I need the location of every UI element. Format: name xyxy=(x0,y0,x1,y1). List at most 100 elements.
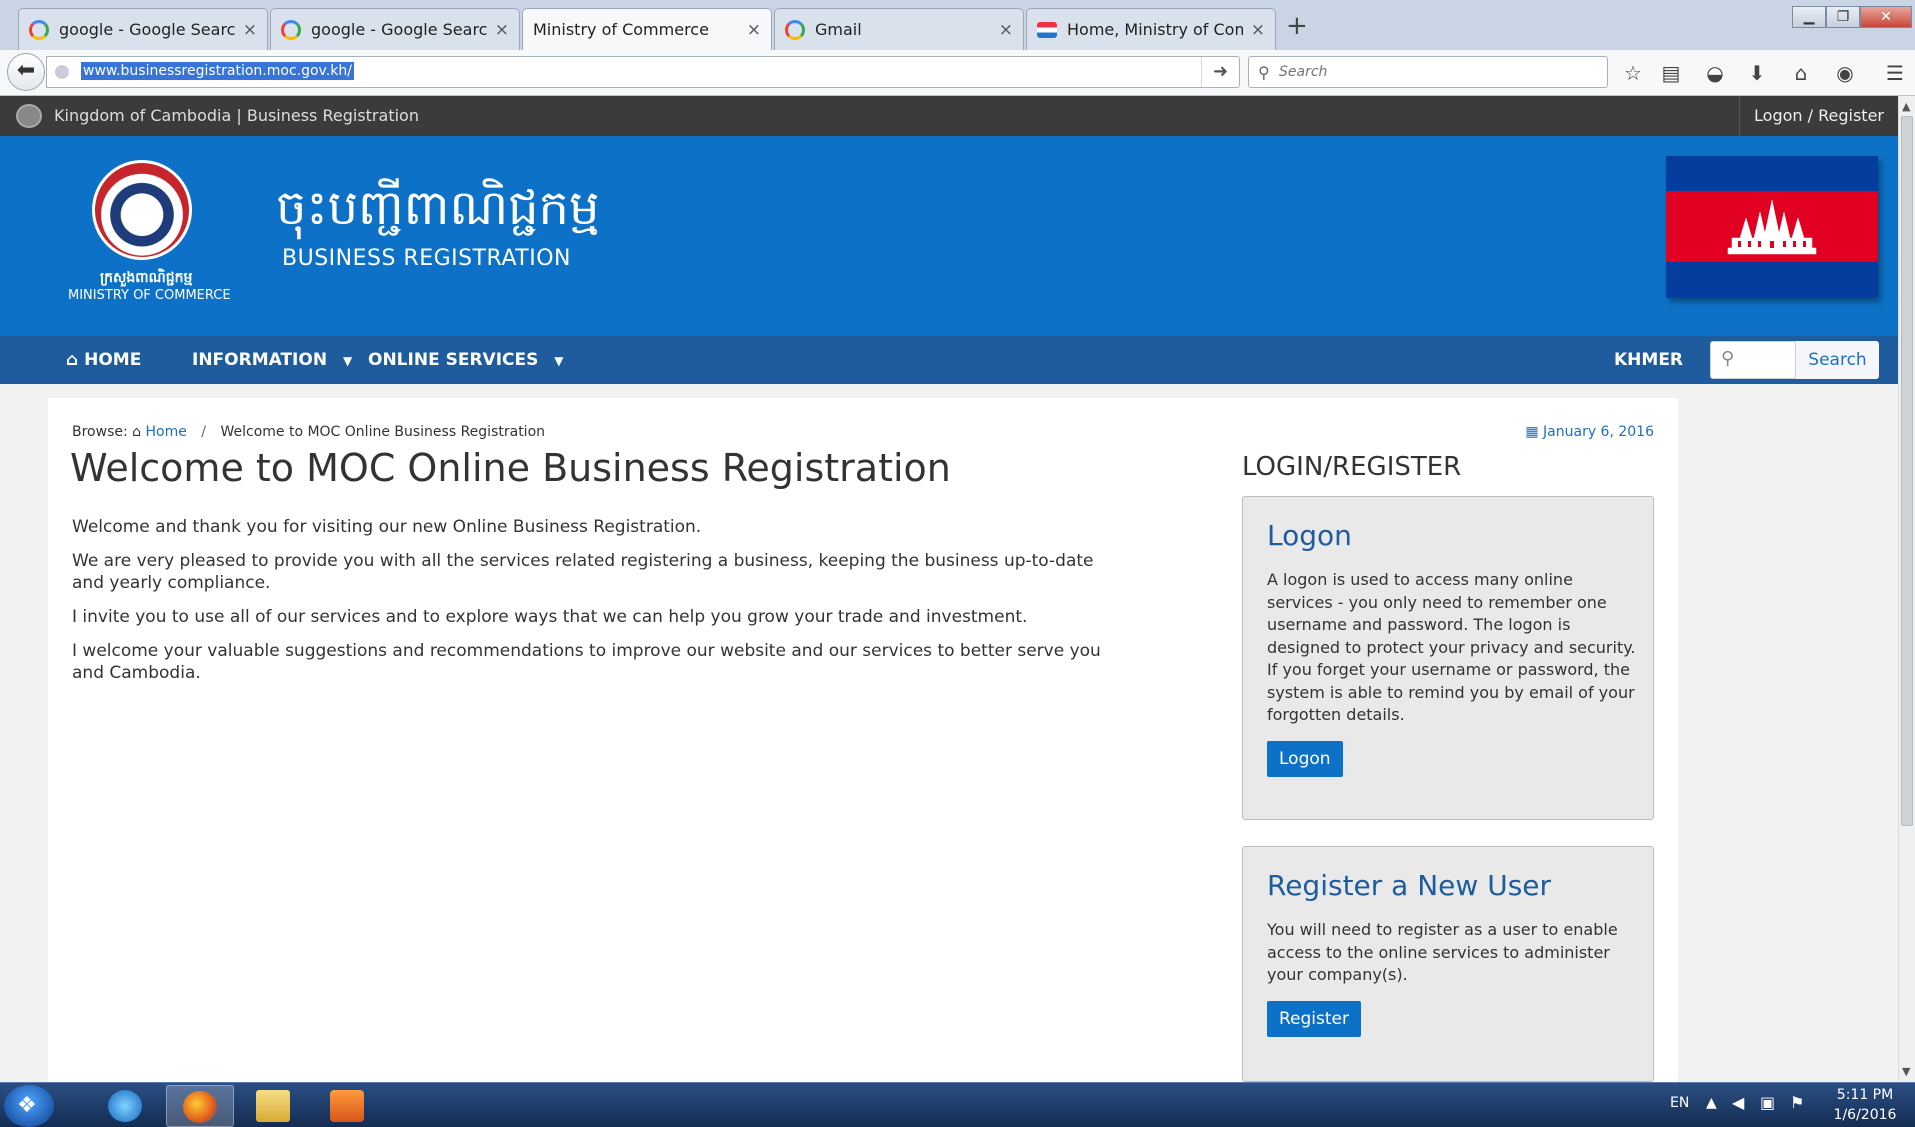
address-bar[interactable]: www.businessregistration.moc.gov.kh/ ➜ xyxy=(46,56,1240,88)
scroll-up-arrow-icon[interactable]: ▲ xyxy=(1902,100,1910,113)
clock-date: 1/6/2016 xyxy=(1833,1107,1897,1123)
main-content: Browse: ⌂ Home / Welcome to MOC Online B… xyxy=(48,398,1678,1082)
firefox-icon xyxy=(183,1091,217,1123)
page-title: Welcome to MOC Online Business Registrat… xyxy=(70,446,951,490)
new-tab-button[interactable]: + xyxy=(1286,12,1308,40)
tab-close-icon[interactable]: × xyxy=(747,20,761,40)
scroll-thumb[interactable] xyxy=(1901,116,1913,826)
google-icon xyxy=(281,19,301,40)
register-description: You will need to register as a user to e… xyxy=(1267,920,1618,984)
tab-label: Home, Ministry of Comme... xyxy=(1067,20,1243,39)
pocket-icon[interactable]: ◒ xyxy=(1700,58,1730,88)
menu-home[interactable]: ⌂ HOME xyxy=(66,336,141,384)
site-search-button[interactable]: Search xyxy=(1795,341,1879,379)
welcome-text: Welcome and thank you for visiting our n… xyxy=(72,516,1112,696)
breadcrumb-prefix: Browse: xyxy=(72,424,128,440)
logo-english-text: MINISTRY OF COMMERCE xyxy=(68,288,231,303)
media-player-icon xyxy=(330,1090,364,1122)
paragraph: I welcome your valuable suggestions and … xyxy=(72,641,1101,683)
site-identity-icon[interactable] xyxy=(55,65,69,79)
moc-favicon-icon xyxy=(1037,21,1057,38)
tab-home-ministry[interactable]: Home, Ministry of Comme... × xyxy=(1026,8,1276,50)
menu-language-khmer[interactable]: KHMER xyxy=(1614,336,1683,384)
site-search-input[interactable] xyxy=(1741,348,1791,372)
windows-taskbar: ❖ EN ▲ ◀ ▣ ⚑ 5:11 PM 1/6/2016 xyxy=(0,1082,1915,1127)
window-controls: ▁ ❐ ✕ xyxy=(1792,6,1912,28)
menu-online-services-label: ONLINE SERVICES xyxy=(368,350,539,370)
paragraph: Welcome and thank you for visiting our n… xyxy=(72,517,702,537)
tab-google-search-2[interactable]: google - Google Search × xyxy=(270,8,520,50)
home-icon: ⌂ xyxy=(132,424,142,440)
page-scrollbar[interactable]: ▲ ▼ xyxy=(1898,96,1915,1082)
browser-tab-strip: google - Google Search × google - Google… xyxy=(0,0,1915,50)
brand-khmer-title: ចុះបញ្ជីពាណិជ្ជកម្ម xyxy=(276,180,600,236)
tab-close-icon[interactable]: × xyxy=(999,20,1013,40)
logon-button[interactable]: Logon xyxy=(1267,741,1343,777)
browser-search-bar[interactable]: ⚲ xyxy=(1248,56,1608,88)
logon-description: A logon is used to access many online se… xyxy=(1267,570,1636,724)
paragraph: I invite you to use all of our services … xyxy=(72,607,1028,627)
breadcrumb-separator: / xyxy=(201,424,207,440)
search-icon: ⚲ xyxy=(1721,348,1735,369)
menu-information-label: INFORMATION xyxy=(192,350,328,370)
go-arrow-icon[interactable]: ➜ xyxy=(1201,57,1239,87)
emblem-icon xyxy=(16,104,42,128)
tab-close-icon[interactable]: × xyxy=(495,20,509,40)
paragraph: We are very pleased to provide you with … xyxy=(72,551,1094,593)
top-strip: Kingdom of Cambodia | Business Registrat… xyxy=(0,96,1898,136)
taskbar-file-explorer[interactable] xyxy=(240,1085,308,1127)
minimize-button[interactable]: ▁ xyxy=(1792,6,1826,28)
reading-list-icon[interactable]: ▤ xyxy=(1656,58,1686,88)
ministry-logo-icon[interactable] xyxy=(92,160,192,260)
browser-nav-bar: ⬅ www.businessregistration.moc.gov.kh/ ➜… xyxy=(0,50,1915,96)
download-icon[interactable]: ⬇ xyxy=(1742,58,1772,88)
tab-ministry-of-commerce[interactable]: Ministry of Commerce × xyxy=(522,8,772,50)
back-arrow-icon: ⬅ xyxy=(16,58,36,83)
tray-expand-icon[interactable]: ▲ xyxy=(1706,1095,1717,1127)
back-button[interactable]: ⬅ xyxy=(7,53,45,91)
browser-search-input[interactable] xyxy=(1279,61,1579,83)
tab-label: google - Google Search xyxy=(311,20,487,39)
volume-icon[interactable]: ◀ xyxy=(1732,1093,1744,1127)
breadcrumb-current: Welcome to MOC Online Business Registrat… xyxy=(220,424,546,440)
register-heading: Register a New User xyxy=(1267,869,1552,902)
tab-close-icon[interactable]: × xyxy=(243,20,257,40)
scroll-down-arrow-icon[interactable]: ▼ xyxy=(1902,1065,1910,1078)
network-icon[interactable]: ▣ xyxy=(1760,1093,1775,1127)
taskbar-firefox[interactable] xyxy=(166,1085,234,1127)
logon-panel: Logon A logon is used to access many onl… xyxy=(1242,496,1654,820)
taskbar-internet-explorer[interactable] xyxy=(92,1085,160,1127)
internet-explorer-icon xyxy=(108,1090,142,1122)
breadcrumb-home-link[interactable]: Home xyxy=(146,424,187,440)
taskbar-media-player[interactable] xyxy=(314,1085,382,1127)
google-icon xyxy=(29,19,49,40)
tab-google-search-1[interactable]: google - Google Search × xyxy=(18,8,268,50)
url-text[interactable]: www.businessregistration.moc.gov.kh/ xyxy=(81,62,354,80)
restore-button[interactable]: ❐ xyxy=(1826,6,1860,28)
tab-close-icon[interactable]: × xyxy=(1251,20,1265,40)
brand-english-title: BUSINESS REGISTRATION xyxy=(282,246,571,271)
tab-label: google - Google Search xyxy=(59,20,235,39)
tab-label: Ministry of Commerce xyxy=(533,20,709,39)
breadcrumb: Browse: ⌂ Home / Welcome to MOC Online B… xyxy=(72,424,545,440)
language-indicator[interactable]: EN xyxy=(1670,1095,1689,1127)
google-icon xyxy=(785,19,805,40)
menu-online-services[interactable]: ONLINE SERVICES ▼ xyxy=(368,336,564,384)
start-button[interactable]: ❖ xyxy=(4,1085,54,1127)
main-menu: ⌂ HOME INFORMATION ▼ ONLINE SERVICES ▼ K… xyxy=(0,336,1898,384)
register-button[interactable]: Register xyxy=(1267,1001,1361,1037)
menu-information[interactable]: INFORMATION ▼ xyxy=(192,336,352,384)
logo-khmer-text: ក្រសួងពាណិជ្ជកម្ម xyxy=(100,270,193,286)
home-icon[interactable]: ⌂ xyxy=(1786,58,1816,88)
site-header: ក្រសួងពាណិជ្ជកម្ម MINISTRY OF COMMERCE ច… xyxy=(0,136,1898,336)
post-date: ▦ January 6, 2016 xyxy=(1525,424,1654,440)
bookmark-star-icon[interactable]: ☆ xyxy=(1618,58,1648,88)
tab-gmail[interactable]: Gmail × xyxy=(774,8,1024,50)
logon-register-link[interactable]: Logon / Register xyxy=(1739,96,1898,136)
system-clock[interactable]: 5:11 PM 1/6/2016 xyxy=(1822,1085,1908,1125)
close-window-button[interactable]: ✕ xyxy=(1860,6,1912,28)
hamburger-menu-icon[interactable]: ☰ xyxy=(1880,58,1910,88)
action-center-flag-icon[interactable]: ⚑ xyxy=(1790,1093,1804,1127)
chat-icon[interactable]: ◉ xyxy=(1830,58,1860,88)
menu-home-label: HOME xyxy=(84,350,142,370)
